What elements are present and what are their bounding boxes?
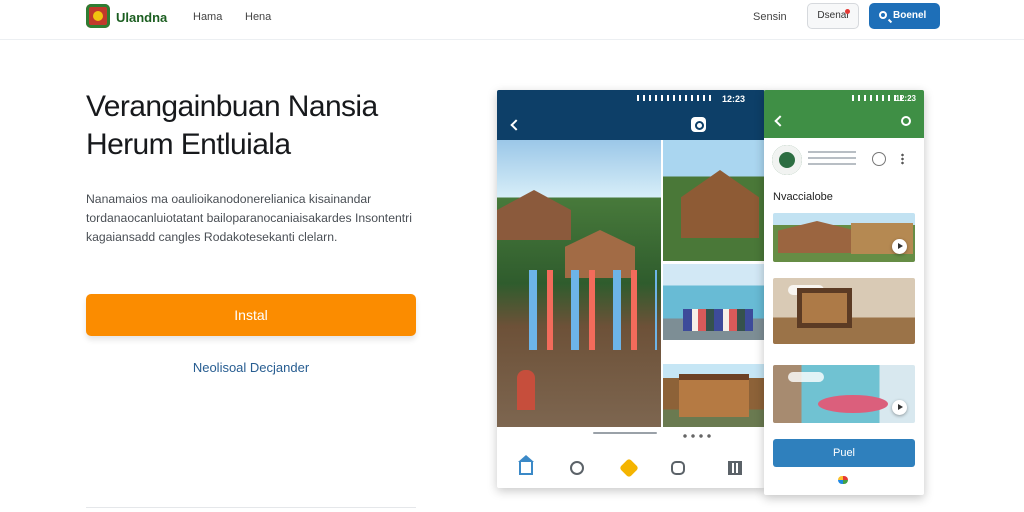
phone-header: 12:23 bbox=[764, 90, 924, 138]
image-chip bbox=[788, 372, 824, 382]
nav-link-hena[interactable]: Hena bbox=[245, 11, 271, 23]
back-icon[interactable] bbox=[510, 119, 522, 131]
phone-header: 12:23 bbox=[497, 90, 765, 140]
back-icon[interactable] bbox=[774, 115, 786, 127]
pagination-dots bbox=[681, 434, 711, 438]
user-icon[interactable] bbox=[901, 116, 911, 126]
next-icon[interactable] bbox=[892, 239, 907, 254]
profile-summary-lines bbox=[808, 151, 856, 167]
hero-description: Nanamaios ma oaulioikanodonerelianica ki… bbox=[86, 192, 412, 244]
family-photo[interactable] bbox=[663, 264, 765, 340]
secondary-link[interactable]: Neolisoal Decjander bbox=[86, 360, 416, 375]
brand-name[interactable]: Ulandna bbox=[116, 10, 167, 25]
sign-in-link[interactable]: Sensin bbox=[753, 11, 787, 23]
nav-link-hama[interactable]: Hama bbox=[193, 11, 222, 23]
more-options-icon[interactable] bbox=[901, 153, 904, 165]
primary-button[interactable]: Puel bbox=[773, 439, 915, 467]
section-title: Nvaccialobe bbox=[773, 191, 833, 203]
favorites-icon[interactable] bbox=[619, 458, 639, 478]
avatar[interactable] bbox=[772, 145, 802, 175]
photo-gallery bbox=[497, 140, 765, 427]
hero-title: Verangainbuan Nansia Herum Entluiala bbox=[86, 90, 378, 162]
house-photo[interactable] bbox=[663, 140, 765, 261]
status-icons bbox=[637, 95, 712, 101]
wooden-house-photo[interactable] bbox=[663, 364, 765, 427]
property-card[interactable] bbox=[773, 213, 915, 262]
phone-mockup-profile: 12:23 Nvaccialobe Puel bbox=[764, 90, 924, 495]
room-image-detail bbox=[797, 288, 852, 328]
house-image-detail bbox=[679, 374, 749, 417]
next-icon[interactable] bbox=[892, 400, 907, 415]
home-icon[interactable] bbox=[518, 455, 534, 475]
property-card[interactable] bbox=[773, 278, 915, 344]
property-card[interactable] bbox=[773, 365, 915, 423]
laundry-image-detail bbox=[517, 270, 657, 350]
pool-image-detail bbox=[818, 395, 888, 413]
follow-button[interactable] bbox=[872, 152, 886, 166]
status-time: 12:23 bbox=[895, 94, 916, 103]
search-icon bbox=[879, 11, 887, 19]
secondary-button[interactable]: Dsenal bbox=[807, 3, 859, 29]
scroll-indicator bbox=[593, 432, 657, 434]
house-image-detail bbox=[778, 221, 856, 253]
search-button-label: Boenel bbox=[893, 10, 927, 21]
person-image-detail bbox=[517, 370, 535, 410]
people-image-detail bbox=[683, 309, 753, 331]
house-image-detail bbox=[681, 170, 759, 238]
brand-mark-icon bbox=[838, 476, 848, 484]
camera-icon[interactable] bbox=[691, 117, 706, 132]
apps-icon[interactable] bbox=[728, 461, 742, 475]
status-time: 12:23 bbox=[721, 94, 745, 104]
search-icon[interactable] bbox=[570, 461, 584, 475]
top-navigation: Ulandna Hama Hena Sensin Dsenal Boenel bbox=[0, 0, 1024, 40]
divider bbox=[86, 507, 416, 508]
search-button[interactable]: Boenel bbox=[869, 3, 940, 29]
village-photo-large[interactable] bbox=[497, 140, 661, 427]
chat-icon[interactable] bbox=[671, 461, 685, 475]
install-button[interactable]: Instal bbox=[86, 294, 416, 336]
phone-mockup-gallery: 12:23 bbox=[497, 90, 765, 488]
bottom-navigation bbox=[497, 445, 765, 488]
hut-image-detail bbox=[497, 190, 571, 240]
brand-logo[interactable] bbox=[86, 4, 110, 28]
